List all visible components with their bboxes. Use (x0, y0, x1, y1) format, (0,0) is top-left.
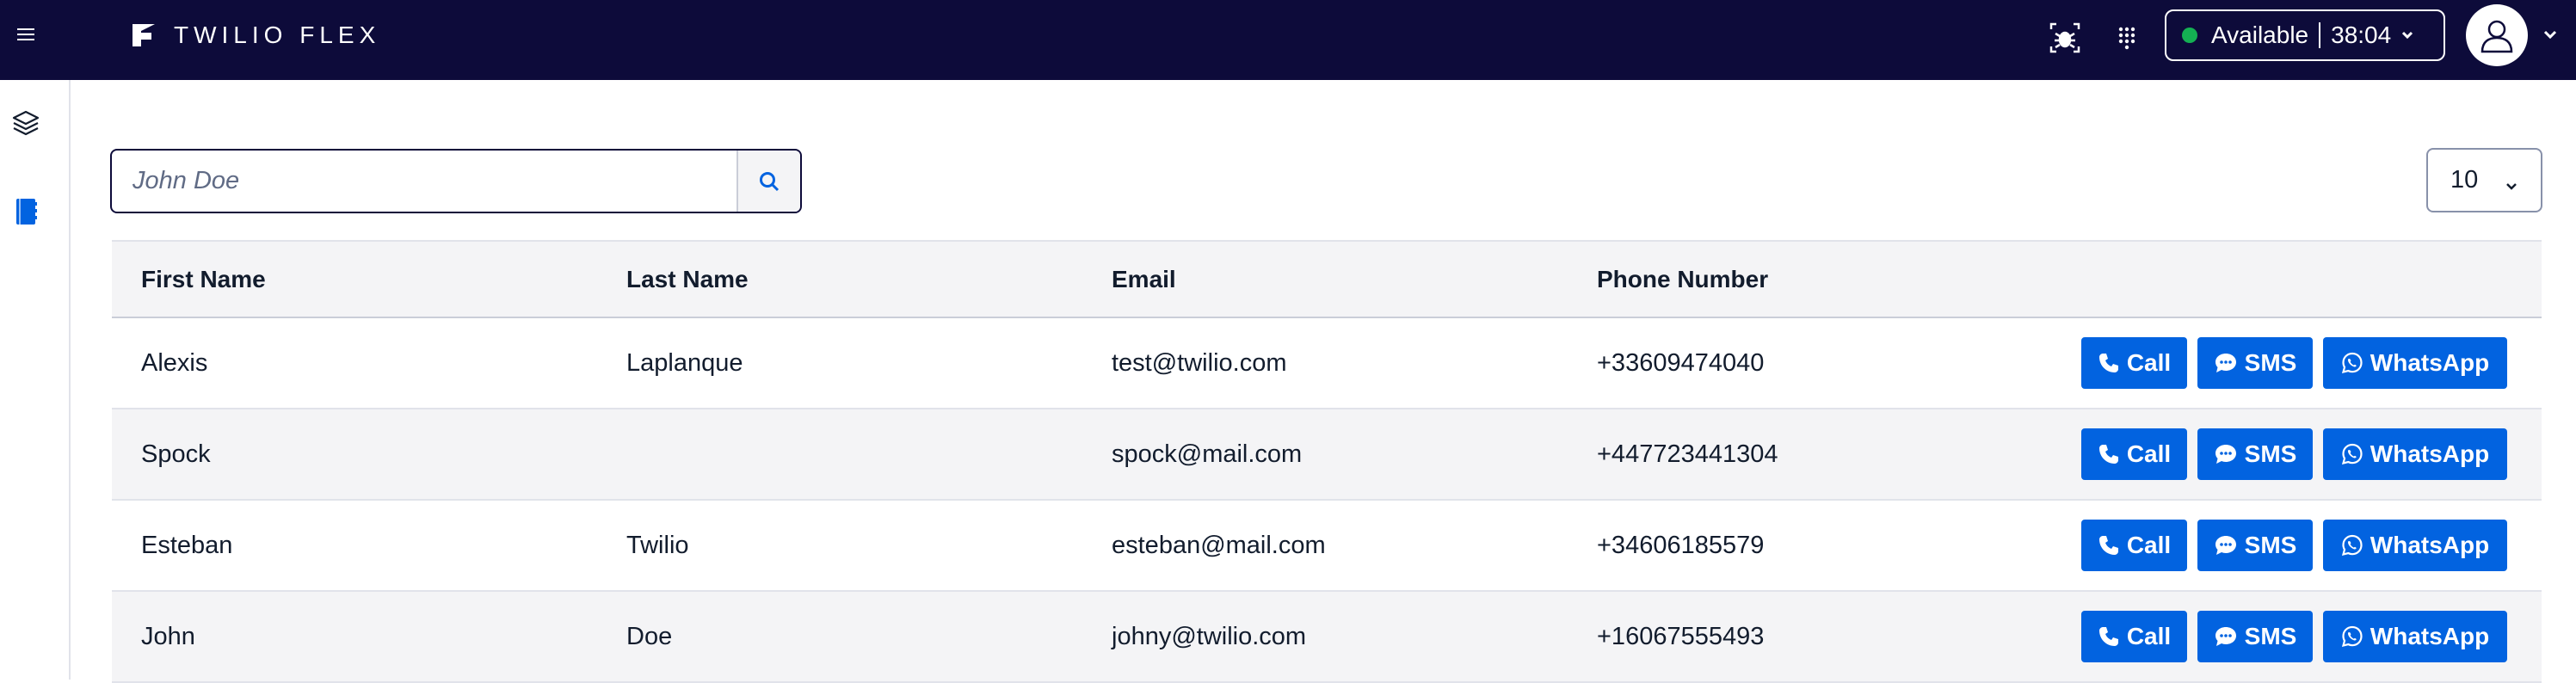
side-navigation (0, 80, 71, 680)
call-button-label: Call (2126, 532, 2172, 558)
status-label: Available (2211, 22, 2309, 48)
table-header: First Name Last Name Email Phone Number (112, 240, 2542, 318)
cell-phone-number: +447723441304 (1597, 440, 1778, 468)
phone-icon (2098, 627, 2118, 646)
chevron-down-icon (2503, 174, 2520, 202)
whatsapp-icon (2341, 352, 2363, 374)
whatsapp-icon (2341, 625, 2363, 648)
row-actions: Call SMS WhatsApp (2081, 611, 2507, 662)
page-size-value: 10 (2450, 166, 2479, 194)
app-logo: TWILIO FLEX (129, 21, 380, 50)
cell-last-name: Doe (626, 622, 673, 650)
search-input[interactable] (112, 151, 736, 212)
cell-phone-number: +33609474040 (1597, 348, 1765, 377)
row-actions: Call SMS WhatsApp (2081, 520, 2507, 571)
call-button[interactable]: Call (2081, 611, 2187, 662)
sms-button[interactable]: SMS (2197, 611, 2313, 662)
call-button-label: Call (2126, 349, 2172, 376)
cell-email: esteban@mail.com (1112, 531, 1326, 559)
whatsapp-button-label: WhatsApp (2370, 349, 2490, 376)
column-header-phone-number: Phone Number (1597, 265, 1769, 292)
call-button-label: Call (2126, 440, 2172, 467)
chevron-down-icon[interactable] (2542, 26, 2559, 47)
layers-icon[interactable] (10, 108, 41, 138)
menu-icon[interactable] (15, 24, 36, 45)
bug-icon[interactable] (2046, 19, 2084, 57)
cell-last-name: Laplanque (626, 348, 743, 377)
status-indicator-dot (2182, 28, 2197, 43)
cell-phone-number: +34606185579 (1597, 531, 1765, 559)
user-icon (2480, 20, 2513, 53)
sms-button-label: SMS (2244, 440, 2297, 467)
top-bar: TWILIO FLEX Available 38:04 (0, 0, 2576, 80)
whatsapp-icon (2341, 534, 2363, 557)
sms-button[interactable]: SMS (2197, 337, 2313, 389)
contacts-book-icon[interactable] (10, 196, 41, 227)
cell-first-name: Esteban (141, 531, 233, 559)
search-icon (760, 171, 780, 191)
call-button[interactable]: Call (2081, 520, 2187, 571)
column-header-email: Email (1112, 265, 1176, 292)
table-row: Spock spock@mail.com +447723441304 Call … (112, 409, 2542, 501)
sms-button-label: SMS (2244, 532, 2297, 558)
whatsapp-button-label: WhatsApp (2370, 440, 2490, 467)
whatsapp-button[interactable]: WhatsApp (2323, 611, 2507, 662)
table-row: Esteban Twilio esteban@mail.com +3460618… (112, 501, 2542, 592)
row-actions: Call SMS WhatsApp (2081, 428, 2507, 480)
sms-button-label: SMS (2244, 349, 2297, 376)
whatsapp-button[interactable]: WhatsApp (2323, 520, 2507, 571)
twilio-flex-logo-icon (132, 24, 155, 46)
dialpad-icon[interactable] (2108, 19, 2146, 57)
phone-icon (2098, 354, 2118, 372)
message-icon (2215, 536, 2236, 555)
sms-button[interactable]: SMS (2197, 428, 2313, 480)
whatsapp-icon (2341, 443, 2363, 465)
user-avatar[interactable] (2466, 4, 2528, 66)
cell-email: test@twilio.com (1112, 348, 1287, 377)
search-button[interactable] (736, 151, 800, 212)
chevron-down-icon (2400, 22, 2415, 49)
phone-icon (2098, 536, 2118, 555)
activity-status-selector[interactable]: Available 38:04 (2165, 9, 2445, 61)
sms-button-label: SMS (2244, 623, 2297, 649)
status-timer: 38:04 (2331, 22, 2392, 48)
whatsapp-button[interactable]: WhatsApp (2323, 337, 2507, 389)
table-row: John Doe johny@twilio.com +16067555493 C… (112, 592, 2542, 683)
message-icon (2215, 445, 2236, 464)
cell-phone-number: +16067555493 (1597, 622, 1765, 650)
page-size-select[interactable]: 10 (2426, 148, 2542, 212)
call-button[interactable]: Call (2081, 337, 2187, 389)
column-header-last-name: Last Name (626, 265, 749, 292)
cell-first-name: Alexis (141, 348, 208, 377)
call-button[interactable]: Call (2081, 428, 2187, 480)
status-divider (2319, 22, 2321, 48)
message-icon (2215, 627, 2236, 646)
cell-email: johny@twilio.com (1112, 622, 1307, 650)
cell-email: spock@mail.com (1112, 440, 1303, 468)
column-header-first-name: First Name (141, 265, 266, 292)
cell-first-name: Spock (141, 440, 211, 468)
app-title: TWILIO FLEX (174, 22, 381, 48)
table-row: Alexis Laplanque test@twilio.com +336094… (112, 318, 2542, 409)
cell-last-name: Twilio (626, 531, 689, 559)
contacts-table: First Name Last Name Email Phone Number … (112, 240, 2542, 683)
cell-first-name: John (141, 622, 195, 650)
whatsapp-button-label: WhatsApp (2370, 623, 2490, 649)
contact-search (110, 149, 802, 213)
phone-icon (2098, 445, 2118, 464)
call-button-label: Call (2126, 623, 2172, 649)
sms-button[interactable]: SMS (2197, 520, 2313, 571)
whatsapp-button-label: WhatsApp (2370, 532, 2490, 558)
message-icon (2215, 354, 2236, 372)
whatsapp-button[interactable]: WhatsApp (2323, 428, 2507, 480)
row-actions: Call SMS WhatsApp (2081, 337, 2507, 389)
